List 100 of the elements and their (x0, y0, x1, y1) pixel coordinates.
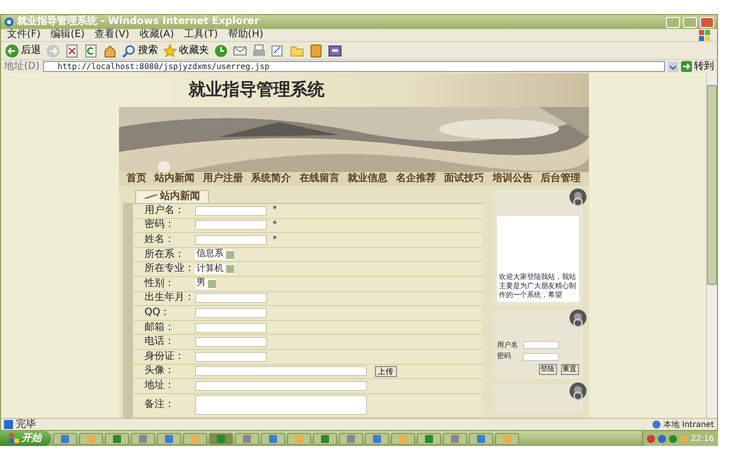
app-icon (190, 434, 198, 442)
input-field[interactable] (194, 352, 266, 362)
nav-link[interactable]: 系统简介 (251, 173, 292, 185)
app-icon (138, 434, 146, 442)
app-icon (424, 434, 432, 442)
field-label: 头像： (144, 365, 176, 378)
field-label: 身份证： (144, 350, 186, 363)
nav-link[interactable]: 就业信息 (348, 173, 388, 185)
menu-item[interactable]: 编辑(E) (50, 29, 85, 41)
menu-item[interactable]: 帮助(H) (228, 29, 264, 41)
menu-item[interactable]: 文件(F) (7, 29, 41, 41)
taskbar-button[interactable] (182, 432, 206, 444)
scrollbar[interactable] (706, 73, 717, 418)
taskbar-button[interactable] (338, 432, 362, 444)
app-icon (320, 434, 328, 442)
search-icon (122, 44, 136, 58)
select-field[interactable]: 计算机 (194, 264, 234, 274)
menu-item[interactable]: 工具(T) (184, 29, 218, 41)
select-field[interactable]: 男 (194, 278, 216, 289)
nav-link[interactable]: 在线留言 (299, 173, 340, 185)
address-label: 地址(D) (4, 60, 40, 72)
nav-link[interactable]: 用户注册 (202, 173, 243, 185)
field-label: 姓名： (144, 234, 176, 246)
taskbar-button[interactable] (78, 432, 102, 444)
home-icon[interactable] (103, 44, 117, 58)
app-icon (112, 434, 120, 442)
book-icon[interactable] (309, 44, 323, 58)
favorites-button[interactable]: 收藏夹 (163, 44, 209, 58)
taskbar-button[interactable] (286, 432, 310, 444)
taskbar-button[interactable] (52, 432, 76, 444)
taskbar-button[interactable] (364, 432, 388, 444)
door-knocker-icon (568, 188, 586, 206)
taskbar-button[interactable] (416, 432, 440, 444)
input-field[interactable] (522, 341, 559, 350)
taskbar-button[interactable] (104, 432, 128, 444)
app-icon (294, 434, 302, 442)
select-field[interactable]: 信息系 (194, 250, 234, 260)
input-field[interactable] (194, 234, 266, 245)
taskbar-button[interactable] (442, 432, 466, 444)
app-icon (60, 434, 68, 442)
app-icon (372, 434, 380, 442)
taskbar-button[interactable] (468, 432, 492, 444)
input-field[interactable] (194, 380, 366, 391)
status-text: 完毕 (16, 418, 37, 430)
star-icon (163, 44, 177, 58)
stop-icon[interactable] (65, 44, 79, 58)
nav-link[interactable]: 站内新闻 (154, 173, 195, 185)
input-field[interactable] (194, 322, 266, 333)
archive-icon[interactable] (328, 44, 342, 58)
refresh-icon[interactable] (84, 44, 98, 58)
app-icon (476, 434, 484, 442)
printer-icon[interactable] (252, 44, 266, 58)
input-field[interactable] (194, 206, 266, 216)
mail-icon[interactable] (233, 44, 247, 58)
windows-logo-icon (9, 432, 19, 443)
field-label: 所在专业： (144, 263, 194, 276)
app-icon (86, 434, 94, 442)
nav-link[interactable]: 培训公告 (492, 173, 532, 185)
taskbar-button[interactable] (130, 432, 154, 444)
go-button[interactable]: 转到 (681, 60, 714, 72)
forward-icon[interactable] (46, 44, 60, 58)
app-icon (450, 434, 458, 442)
history-icon[interactable] (214, 44, 228, 58)
input-field[interactable] (194, 293, 266, 304)
taskbar-button[interactable] (208, 432, 232, 444)
dropdown-icon[interactable] (668, 62, 678, 72)
input-field[interactable] (194, 308, 266, 318)
pen-icon (144, 193, 158, 200)
edit-icon[interactable] (271, 44, 285, 58)
input-field[interactable] (194, 337, 266, 348)
clock: 22:16 (690, 434, 714, 444)
field-label: 性别： (143, 278, 176, 290)
input-field[interactable] (522, 352, 559, 361)
folder-icon[interactable] (290, 44, 304, 58)
nav-link[interactable]: 名企推荐 (396, 173, 436, 185)
menu-item[interactable]: 查看(V) (94, 29, 130, 41)
textarea-field[interactable] (194, 395, 366, 416)
menu-item[interactable]: 收藏(A) (139, 29, 174, 41)
search-button[interactable]: 搜索 (122, 44, 158, 58)
input-field[interactable] (194, 220, 266, 230)
back-button[interactable]: 后退 (5, 44, 41, 58)
upload-button[interactable]: 上传 (374, 366, 396, 377)
nav-link[interactable]: 面试技巧 (444, 173, 484, 185)
nav-link[interactable]: 首页 (126, 173, 146, 185)
input-field[interactable] (194, 366, 366, 376)
taskbar-button[interactable] (494, 432, 518, 444)
news-tab[interactable]: 站内新闻 (134, 190, 209, 203)
required-mark: * (272, 220, 277, 231)
maximize-button[interactable] (683, 16, 697, 28)
nav-link[interactable]: 后台管理 (540, 173, 580, 185)
taskbar-button[interactable] (312, 432, 336, 444)
taskbar-button[interactable] (390, 432, 414, 444)
close-button[interactable] (700, 16, 714, 28)
taskbar-button[interactable] (234, 432, 258, 444)
taskbar-button[interactable] (156, 432, 180, 444)
address-field[interactable]: http://localhost:8080/jspjyzdxms/userreg.jsp (42, 61, 665, 72)
field-label: QQ： (144, 306, 172, 319)
app-icon (268, 434, 276, 442)
minimize-button[interactable] (666, 16, 680, 28)
taskbar-button[interactable] (260, 432, 284, 444)
